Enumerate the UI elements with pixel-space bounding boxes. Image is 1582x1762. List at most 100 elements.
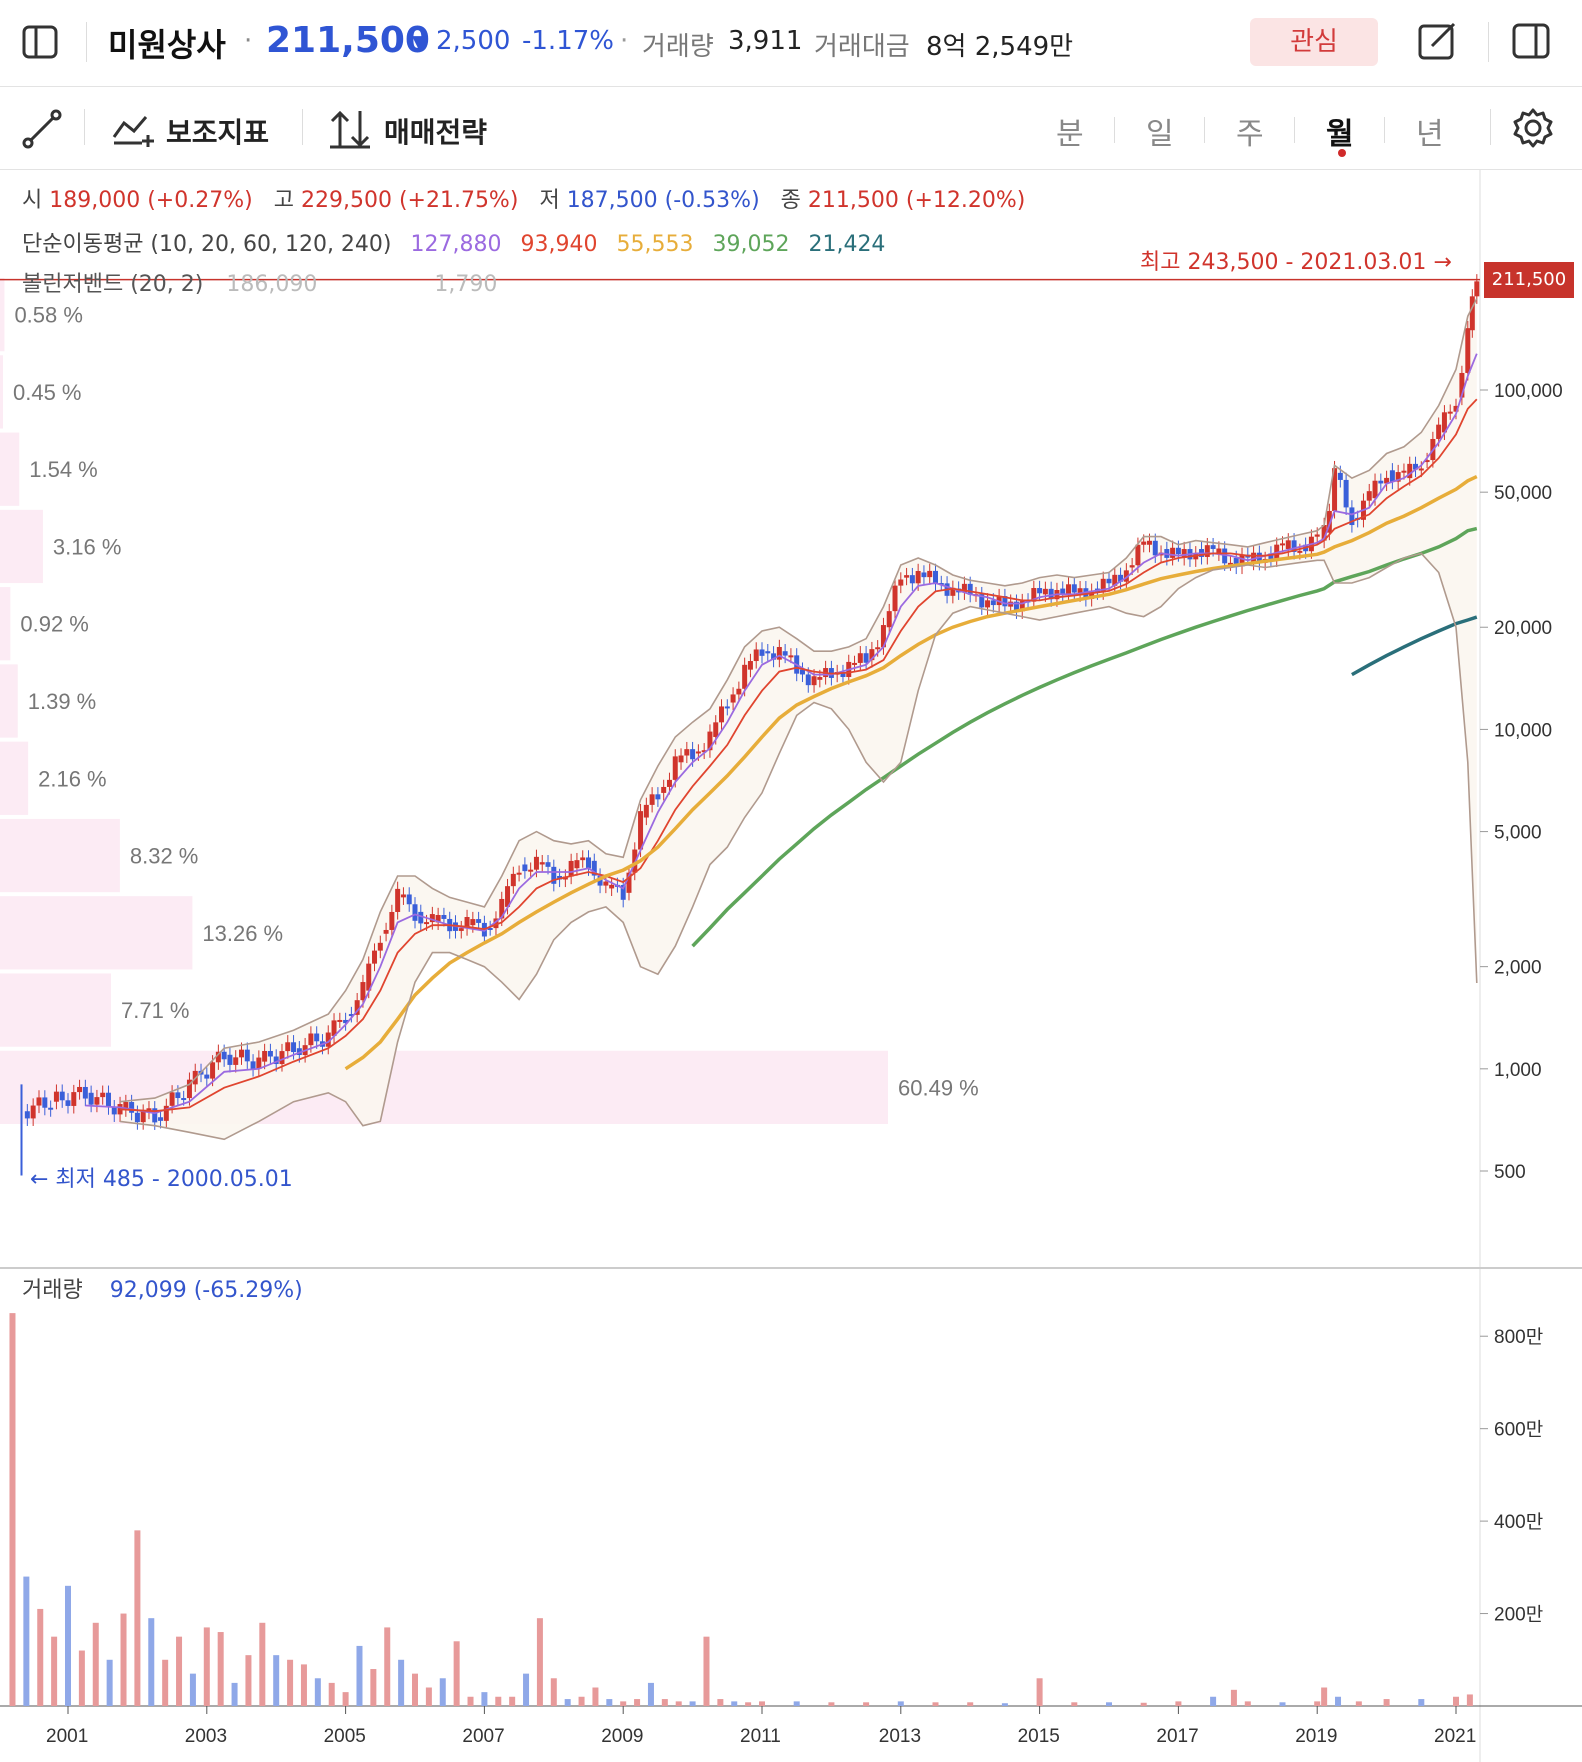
candle-body [204, 1074, 210, 1079]
ohlc-legend: 시 189,000 (+0.27%) 고 229,500 (+21.75%) 저… [22, 182, 1025, 214]
period-week[interactable]: 주 [1236, 109, 1264, 153]
candle-body [574, 860, 580, 869]
low-annotation: ← 최저 485 - 2000.05.01 [30, 1167, 293, 1193]
volume-panel-value: 92,099 (-65.29%) [109, 1278, 303, 1303]
candle-body [418, 911, 424, 924]
candle-body [909, 575, 915, 584]
draw-line-icon[interactable] [22, 109, 62, 153]
volume-profile-label: 60.49 % [898, 1075, 979, 1100]
price-tick-label: 100,000 [1494, 381, 1563, 402]
settings-icon[interactable] [1512, 107, 1554, 153]
candle-body [383, 929, 389, 934]
candle-body [111, 1107, 117, 1115]
volume-profile-label: 0.92 % [20, 612, 89, 637]
candle-body [545, 862, 551, 867]
volume-bar [231, 1682, 238, 1706]
candle-body [719, 706, 725, 723]
candle-body [811, 676, 817, 686]
panel-icon[interactable] [1512, 22, 1550, 64]
candle-body [776, 646, 782, 660]
ma60-value: 55,553 [616, 232, 694, 257]
volume-bar [932, 1702, 939, 1706]
volume-bar [314, 1678, 321, 1706]
volume-bar [1001, 1703, 1008, 1706]
candle-body [267, 1050, 273, 1057]
candle-body [1366, 491, 1372, 501]
strategy-icon[interactable] [328, 109, 372, 153]
volume-profile-label: 7.71 % [121, 998, 190, 1023]
volume-profile-bar [0, 355, 3, 429]
edit-icon[interactable] [1416, 20, 1458, 66]
candle-body [48, 1107, 54, 1110]
candle-body [724, 706, 730, 709]
volume-bar [523, 1673, 530, 1706]
ma240-value: 21,424 [808, 232, 886, 257]
volume-bar [412, 1673, 418, 1706]
candle-body [580, 857, 586, 861]
candle-body [695, 751, 701, 754]
indicator-icon[interactable] [112, 111, 156, 151]
volume-bar [592, 1687, 599, 1706]
volume-bar [1140, 1702, 1147, 1706]
candle-body [927, 570, 933, 578]
time-tick-label: 2009 [601, 1726, 643, 1747]
candle-body [753, 649, 759, 662]
volume-bar [78, 1650, 85, 1706]
candle-body [730, 694, 736, 703]
candle-body [71, 1092, 77, 1106]
candle-body [533, 856, 539, 870]
candle-body [684, 749, 690, 756]
candle-body [1170, 547, 1176, 558]
volume-profile-label: 1.39 % [28, 689, 97, 714]
candle-body [522, 864, 528, 872]
candle-body [586, 857, 591, 869]
volume-label: 거래량 [642, 32, 714, 62]
volume-bar [425, 1687, 432, 1706]
volume-bar [606, 1699, 613, 1706]
candle-body [412, 904, 418, 921]
candle-body [441, 915, 447, 919]
volume-legend: 거래량 92,099 (-65.29%) [22, 1272, 303, 1304]
indicator-button[interactable]: 보조지표 [166, 111, 269, 151]
volume-bar [273, 1655, 280, 1706]
candle-body [1175, 547, 1181, 555]
period-month[interactable]: 월 [1326, 109, 1354, 153]
period-day[interactable]: 일 [1146, 109, 1174, 153]
volume-bar [661, 1699, 668, 1706]
volume-profile-label: 2.16 % [38, 766, 107, 791]
candle-body [678, 755, 684, 763]
price-tick-label: 2,000 [1494, 958, 1542, 979]
volume-profile-bar [0, 818, 120, 893]
volume-profile-bar [0, 896, 193, 970]
candle-body [539, 862, 545, 865]
sidebar-toggle-icon[interactable] [22, 24, 58, 64]
candle-body [1418, 468, 1424, 471]
candle-body [915, 570, 921, 584]
volume-bar [453, 1641, 460, 1706]
volume-bar [675, 1701, 682, 1706]
period-minute[interactable]: 분 [1056, 109, 1084, 153]
volume-bar [37, 1608, 44, 1706]
candle-body [59, 1091, 65, 1101]
open-label: 시 [22, 188, 43, 213]
candle-body [1280, 543, 1285, 546]
watch-button[interactable]: 관심 [1250, 18, 1378, 66]
candle-body [1152, 540, 1158, 556]
candle-body [100, 1092, 106, 1098]
volume-bar [203, 1627, 210, 1706]
volume-bar [259, 1622, 266, 1706]
strategy-button[interactable]: 매매전략 [384, 111, 487, 151]
candle-body [233, 1057, 239, 1065]
volume-profile-label: 1.54 % [29, 457, 98, 482]
volume-bar [647, 1682, 654, 1706]
price-chart[interactable]: 0.58 % 0.45 % 1.54 % 3.16 % 0.92 % 1.39 % 2.16… [0, 170, 1582, 1762]
candle-body [904, 575, 910, 578]
candle-body [406, 894, 412, 905]
candle-body [747, 661, 753, 670]
volume-tick-label: 400만 [1494, 1511, 1543, 1533]
candle-body [1469, 296, 1475, 331]
open-value: 189,000 (+0.27%) [49, 188, 253, 213]
bb-upper-value: 186,090 [226, 272, 318, 297]
volume-bar [370, 1669, 377, 1706]
period-year[interactable]: 년 [1416, 109, 1444, 153]
